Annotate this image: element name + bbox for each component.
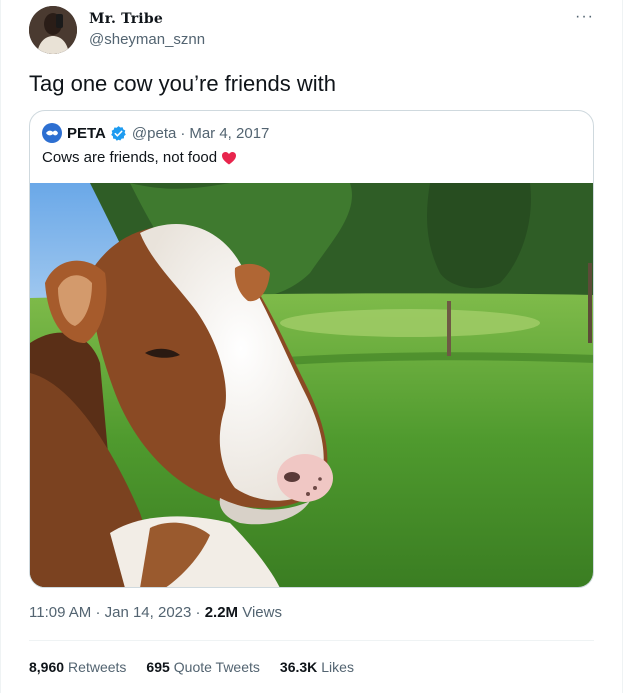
likes-stat[interactable]: 36.3K Likes [280,659,354,675]
tweet-text: Tag one cow you’re friends with [29,71,336,96]
retweets-count: 8,960 [29,659,65,675]
quoted-tweet-header: PETA @peta · Mar 4, 2017 [42,123,269,143]
quote-tweets-label: Quote Tweets [173,659,260,675]
quoted-date[interactable]: Mar 4, 2017 [189,125,269,142]
views-count: 2.2M [204,604,239,621]
peta-avatar[interactable] [42,123,62,143]
engagement-stats: 8,960 Retweets 695 Quote Tweets 36.3K Likes [29,659,354,675]
quoted-author-handle[interactable]: @peta [132,125,176,142]
quoted-tweet-card[interactable]: PETA @peta · Mar 4, 2017 Cows are friend… [29,110,594,588]
author-display-name[interactable]: Mr. Tribe [89,11,163,27]
likes-count: 36.3K [279,659,318,675]
quoted-author-name[interactable]: PETA [67,125,106,142]
avatar-photo [29,6,77,54]
quoted-text-row: Cows are friends, not food [42,149,237,166]
verified-badge-icon [111,125,126,141]
likes-label: Likes [321,659,354,675]
tweet-timestamp-row: 11:09 AM · Jan 14, 2023 · 2.2M Views [29,604,282,621]
heart-icon [222,151,237,164]
views-separator: · [195,604,201,621]
divider [29,640,594,641]
tweet-date[interactable]: Jan 14, 2023 [105,604,192,621]
quote-tweets-count: 695 [146,659,170,675]
quoted-separator: · [180,124,186,142]
views-label: Views [242,604,282,621]
quote-tweets-stat[interactable]: 695 Quote Tweets [146,659,260,675]
quoted-media-image[interactable] [30,183,593,587]
author-avatar[interactable] [29,6,77,54]
retweets-label: Retweets [68,659,127,675]
peta-logo-icon [46,130,58,136]
tweet: Mr. Tribe @sheyman_sznn ··· Tag one cow … [0,0,623,693]
more-options-icon[interactable]: ··· [575,8,594,26]
retweets-stat[interactable]: 8,960 Retweets [29,659,126,675]
author-handle[interactable]: @sheyman_sznn [89,31,205,48]
timestamp-separator: · [95,604,101,621]
tweet-time[interactable]: 11:09 AM [29,604,91,621]
quoted-tweet-text: Cows are friends, not food [42,149,218,166]
cow-photo [30,183,593,587]
